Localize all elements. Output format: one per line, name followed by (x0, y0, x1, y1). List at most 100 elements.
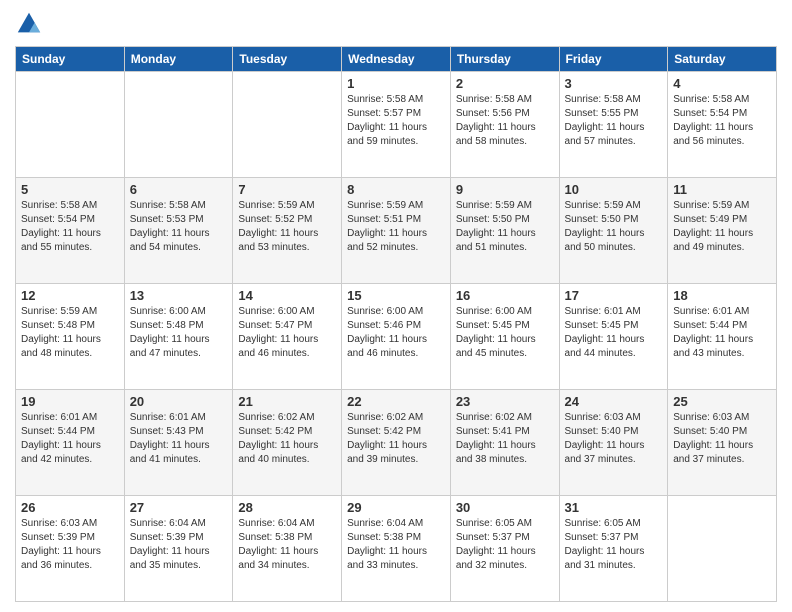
day-number: 10 (565, 182, 663, 197)
calendar-cell: 3 Sunrise: 5:58 AM Sunset: 5:55 PM Daylig… (559, 72, 668, 178)
calendar-cell: 4 Sunrise: 5:58 AM Sunset: 5:54 PM Daylig… (668, 72, 777, 178)
calendar-cell (16, 72, 125, 178)
day-number: 20 (130, 394, 228, 409)
day-info: Sunrise: 6:02 AM Sunset: 5:42 PM Dayligh… (238, 411, 336, 467)
day-info: Sunrise: 5:59 AM Sunset: 5:52 PM Dayligh… (238, 199, 336, 255)
calendar-cell: 1Sunrise: 5:58 AM Sunset: 5:57 PM Daylig… (342, 72, 451, 178)
day-number: 13 (130, 288, 228, 303)
calendar-cell: 13 Sunrise: 6:00 AM Sunset: 5:48 PM Dayli… (124, 284, 233, 390)
day-info: Sunrise: 5:59 AM Sunset: 5:50 PM Dayligh… (565, 199, 663, 255)
logo (15, 10, 47, 38)
day-info: Sunrise: 6:00 AM Sunset: 5:47 PM Dayligh… (238, 305, 336, 361)
calendar-week-row: 19 Sunrise: 6:01 AM Sunset: 5:44 PM Dayli… (16, 390, 777, 496)
calendar-cell: 18 Sunrise: 6:01 AM Sunset: 5:44 PM Dayli… (668, 284, 777, 390)
calendar-cell: 28Sunrise: 6:04 AM Sunset: 5:38 PM Dayli… (233, 496, 342, 602)
day-number: 8 (347, 182, 445, 197)
day-info: Sunrise: 5:58 AM Sunset: 5:55 PM Dayligh… (565, 93, 663, 149)
calendar-cell: 5Sunrise: 5:58 AM Sunset: 5:54 PM Daylig… (16, 178, 125, 284)
calendar-header-row: SundayMondayTuesdayWednesdayThursdayFrid… (16, 47, 777, 72)
page: SundayMondayTuesdayWednesdayThursdayFrid… (0, 0, 792, 612)
calendar-day-header: Saturday (668, 47, 777, 72)
calendar-day-header: Wednesday (342, 47, 451, 72)
day-info: Sunrise: 5:59 AM Sunset: 5:50 PM Dayligh… (456, 199, 554, 255)
calendar-week-row: 12Sunrise: 5:59 AM Sunset: 5:48 PM Dayli… (16, 284, 777, 390)
day-number: 30 (456, 500, 554, 515)
calendar-cell (124, 72, 233, 178)
calendar-cell: 14 Sunrise: 6:00 AM Sunset: 5:47 PM Dayli… (233, 284, 342, 390)
calendar-week-row: 26 Sunrise: 6:03 AM Sunset: 5:39 PM Dayli… (16, 496, 777, 602)
day-number: 1 (347, 76, 445, 91)
day-number: 5 (21, 182, 119, 197)
logo-icon (15, 10, 43, 38)
day-info: Sunrise: 6:00 AM Sunset: 5:45 PM Dayligh… (456, 305, 554, 361)
day-info: Sunrise: 6:04 AM Sunset: 5:38 PM Dayligh… (347, 517, 445, 573)
day-info: Sunrise: 5:59 AM Sunset: 5:48 PM Dayligh… (21, 305, 119, 361)
day-info: Sunrise: 6:00 AM Sunset: 5:46 PM Dayligh… (347, 305, 445, 361)
calendar-cell: 24 Sunrise: 6:03 AM Sunset: 5:40 PM Dayli… (559, 390, 668, 496)
calendar-day-header: Tuesday (233, 47, 342, 72)
calendar-day-header: Friday (559, 47, 668, 72)
day-number: 31 (565, 500, 663, 515)
header (15, 10, 777, 38)
day-info: Sunrise: 6:04 AM Sunset: 5:39 PM Dayligh… (130, 517, 228, 573)
calendar-cell: 15Sunrise: 6:00 AM Sunset: 5:46 PM Dayli… (342, 284, 451, 390)
calendar-cell (233, 72, 342, 178)
day-info: Sunrise: 6:03 AM Sunset: 5:39 PM Dayligh… (21, 517, 119, 573)
day-number: 16 (456, 288, 554, 303)
day-info: Sunrise: 6:01 AM Sunset: 5:45 PM Dayligh… (565, 305, 663, 361)
calendar-cell: 7 Sunrise: 5:59 AM Sunset: 5:52 PM Daylig… (233, 178, 342, 284)
day-info: Sunrise: 6:01 AM Sunset: 5:43 PM Dayligh… (130, 411, 228, 467)
calendar-cell: 27 Sunrise: 6:04 AM Sunset: 5:39 PM Dayli… (124, 496, 233, 602)
day-number: 19 (21, 394, 119, 409)
calendar-cell: 12Sunrise: 5:59 AM Sunset: 5:48 PM Dayli… (16, 284, 125, 390)
day-info: Sunrise: 5:58 AM Sunset: 5:54 PM Dayligh… (673, 93, 771, 149)
day-number: 22 (347, 394, 445, 409)
day-info: Sunrise: 6:03 AM Sunset: 5:40 PM Dayligh… (565, 411, 663, 467)
calendar-cell: 31 Sunrise: 6:05 AM Sunset: 5:37 PM Dayli… (559, 496, 668, 602)
calendar-cell: 6 Sunrise: 5:58 AM Sunset: 5:53 PM Daylig… (124, 178, 233, 284)
day-number: 3 (565, 76, 663, 91)
calendar-cell: 2 Sunrise: 5:58 AM Sunset: 5:56 PM Daylig… (450, 72, 559, 178)
day-info: Sunrise: 5:59 AM Sunset: 5:51 PM Dayligh… (347, 199, 445, 255)
day-info: Sunrise: 6:00 AM Sunset: 5:48 PM Dayligh… (130, 305, 228, 361)
day-info: Sunrise: 6:05 AM Sunset: 5:37 PM Dayligh… (456, 517, 554, 573)
calendar-cell: 30 Sunrise: 6:05 AM Sunset: 5:37 PM Dayli… (450, 496, 559, 602)
day-number: 14 (238, 288, 336, 303)
calendar-cell: 8 Sunrise: 5:59 AM Sunset: 5:51 PM Daylig… (342, 178, 451, 284)
day-info: Sunrise: 5:58 AM Sunset: 5:56 PM Dayligh… (456, 93, 554, 149)
day-number: 7 (238, 182, 336, 197)
calendar-cell: 19 Sunrise: 6:01 AM Sunset: 5:44 PM Dayli… (16, 390, 125, 496)
day-number: 2 (456, 76, 554, 91)
day-number: 11 (673, 182, 771, 197)
calendar-day-header: Monday (124, 47, 233, 72)
day-number: 6 (130, 182, 228, 197)
day-info: Sunrise: 6:03 AM Sunset: 5:40 PM Dayligh… (673, 411, 771, 467)
calendar-cell: 20 Sunrise: 6:01 AM Sunset: 5:43 PM Dayli… (124, 390, 233, 496)
calendar-cell: 25 Sunrise: 6:03 AM Sunset: 5:40 PM Dayli… (668, 390, 777, 496)
day-info: Sunrise: 5:58 AM Sunset: 5:53 PM Dayligh… (130, 199, 228, 255)
calendar-cell (668, 496, 777, 602)
calendar-cell: 17Sunrise: 6:01 AM Sunset: 5:45 PM Dayli… (559, 284, 668, 390)
calendar-cell: 23Sunrise: 6:02 AM Sunset: 5:41 PM Dayli… (450, 390, 559, 496)
calendar-cell: 29 Sunrise: 6:04 AM Sunset: 5:38 PM Dayli… (342, 496, 451, 602)
calendar-day-header: Thursday (450, 47, 559, 72)
calendar-cell: 16 Sunrise: 6:00 AM Sunset: 5:45 PM Dayli… (450, 284, 559, 390)
day-number: 25 (673, 394, 771, 409)
day-info: Sunrise: 6:01 AM Sunset: 5:44 PM Dayligh… (21, 411, 119, 467)
calendar-cell: 22 Sunrise: 6:02 AM Sunset: 5:42 PM Dayli… (342, 390, 451, 496)
day-number: 18 (673, 288, 771, 303)
day-number: 29 (347, 500, 445, 515)
day-number: 24 (565, 394, 663, 409)
day-info: Sunrise: 6:01 AM Sunset: 5:44 PM Dayligh… (673, 305, 771, 361)
day-number: 27 (130, 500, 228, 515)
day-info: Sunrise: 6:05 AM Sunset: 5:37 PM Dayligh… (565, 517, 663, 573)
calendar-table: SundayMondayTuesdayWednesdayThursdayFrid… (15, 46, 777, 602)
day-number: 4 (673, 76, 771, 91)
day-info: Sunrise: 6:02 AM Sunset: 5:42 PM Dayligh… (347, 411, 445, 467)
calendar-cell: 11Sunrise: 5:59 AM Sunset: 5:49 PM Dayli… (668, 178, 777, 284)
calendar-day-header: Sunday (16, 47, 125, 72)
calendar-cell: 9Sunrise: 5:59 AM Sunset: 5:50 PM Daylig… (450, 178, 559, 284)
day-info: Sunrise: 6:04 AM Sunset: 5:38 PM Dayligh… (238, 517, 336, 573)
day-info: Sunrise: 6:02 AM Sunset: 5:41 PM Dayligh… (456, 411, 554, 467)
day-number: 26 (21, 500, 119, 515)
